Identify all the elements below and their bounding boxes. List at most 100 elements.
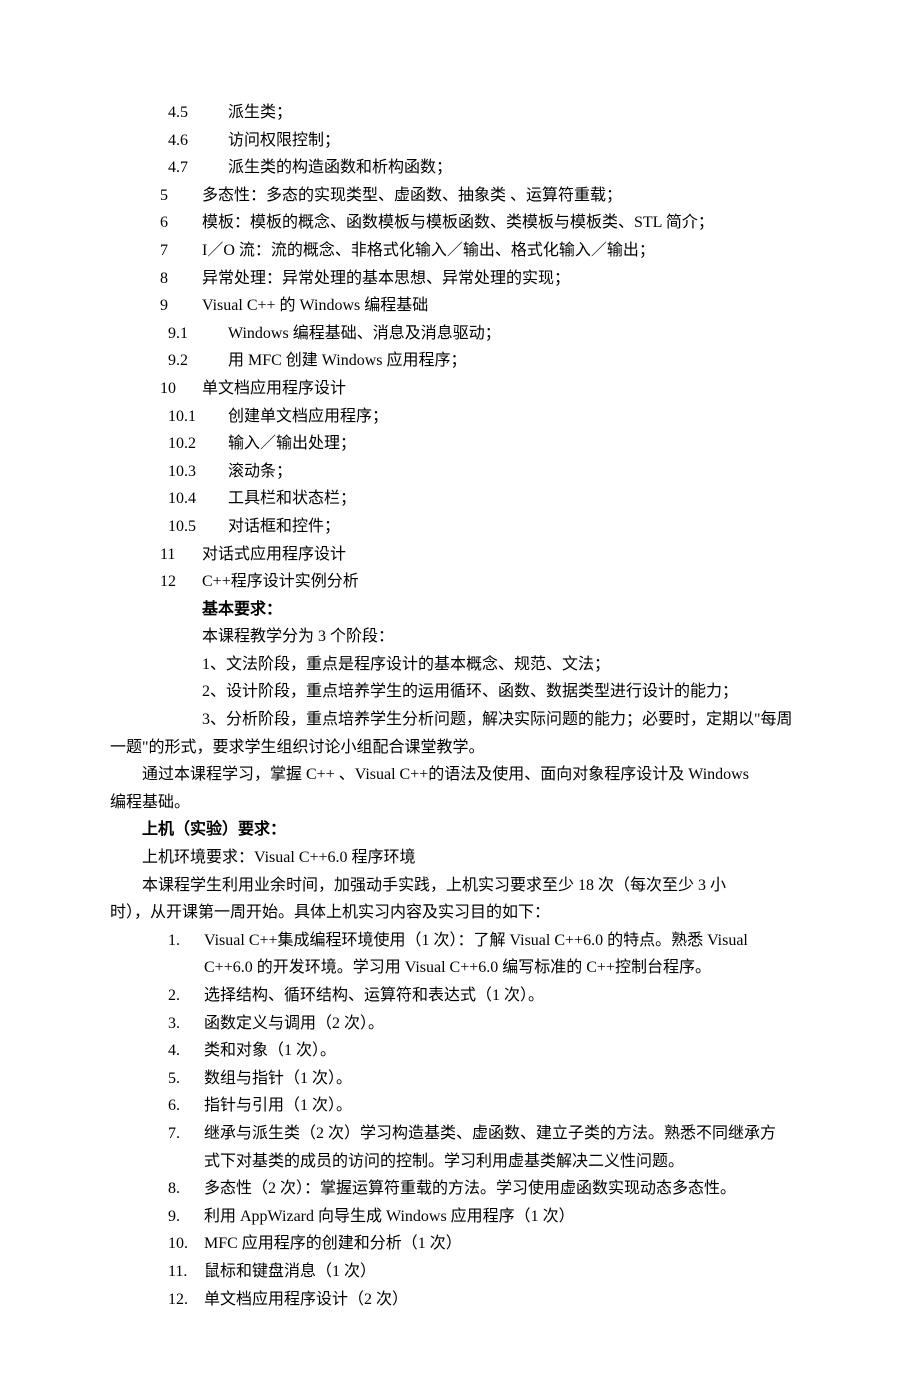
requirements-heading: 基本要求： [110,597,810,623]
outline-text: 异常处理：异常处理的基本思想、异常处理的实现； [202,266,570,292]
lab-item-text: Visual C++集成编程环境使用（1 次）：了解 Visual C++6.0… [204,928,748,954]
lab-item-number: 7. [168,1121,204,1147]
lab-item-text: 数组与指针（1 次）。 [204,1066,352,1092]
outline-item: 4.5派生类； [110,100,810,126]
lab-item-text: 继承与派生类（2 次）学习构造基类、虚函数、建立子类的方法。熟悉不同继承方 [204,1121,776,1147]
lab-item-text: 类和对象（1 次）。 [204,1038,336,1064]
outline-number: 4.6 [168,128,228,154]
lab-item-number: 1. [168,928,204,954]
lab-item-number: 6. [168,1093,204,1119]
body-text: 2、设计阶段，重点培养学生的运用循环、函数、数据类型进行设计的能力； [110,679,810,705]
outline-item: 10.3滚动条； [110,459,810,485]
body-text: 编程基础。 [110,790,810,816]
outline-text: 访问权限控制； [228,128,340,154]
outline-item: 11 对话式应用程序设计 [110,542,810,568]
outline-item: 7I／O 流：流的概念、非格式化输入／输出、格式化输入／输出； [110,238,810,264]
outline-text: Windows 编程基础、消息及消息驱动； [228,321,501,347]
outline-item: 9.1Windows 编程基础、消息及消息驱动； [110,321,810,347]
lab-item-number: 10. [168,1231,204,1257]
outline-item: 10.5对话框和控件； [110,514,810,540]
outline-number: 9.2 [168,348,228,374]
lab-item: 1.Visual C++集成编程环境使用（1 次）：了解 Visual C++6… [110,928,810,954]
body-text: 时），从开课第一周开始。具体上机实习内容及实习目的如下： [110,900,810,926]
lab-item: 2.选择结构、循环结构、运算符和表达式（1 次）。 [110,983,810,1009]
outline-number: 11 [160,542,202,568]
lab-item: 12.单文档应用程序设计（2 次） [110,1287,810,1313]
outline-item: 4.6访问权限控制； [110,128,810,154]
lab-item-continuation: C++6.0 的开发环境。学习用 Visual C++6.0 编写标准的 C++… [110,955,810,981]
outline-number: 8 [160,266,202,292]
body-text: 本课程教学分为 3 个阶段： [110,624,810,650]
lab-item-number: 3. [168,1011,204,1037]
lab-item-continuation: 式下对基类的成员的访问的控制。学习利用虚基类解决二义性问题。 [110,1149,810,1175]
body-text: 一题"的形式，要求学生组织讨论小组配合课堂教学。 [110,735,810,761]
body-text: 本课程学生利用业余时间，加强动手实践，上机实习要求至少 18 次（每次至少 3 … [110,873,810,899]
outline-text: 用 MFC 创建 Windows 应用程序； [228,348,467,374]
outline-item: 10.4工具栏和状态栏； [110,486,810,512]
outline-item: 10.2输入／输出处理； [110,431,810,457]
outline-text: 多态性：多态的实现类型、虚函数、抽象类 、运算符重载； [202,183,622,209]
outline-text: 工具栏和状态栏； [228,486,356,512]
outline-text: 创建单文档应用程序； [228,404,388,430]
lab-item-text: MFC 应用程序的创建和分析（1 次） [204,1231,462,1257]
outline-text: 输入／输出处理； [228,431,356,457]
outline-number: 9.1 [168,321,228,347]
lab-item: 11.鼠标和键盘消息（1 次） [110,1259,810,1285]
lab-item-text: 多态性（2 次）：掌握运算符重载的方法。学习使用虚函数实现动态多态性。 [204,1176,736,1202]
outline-text: 单文档应用程序设计 [202,376,346,402]
lab-item-text: 鼠标和键盘消息（1 次） [204,1259,376,1285]
outline-number: 10.1 [168,404,228,430]
lab-item-text: 单文档应用程序设计（2 次） [204,1287,408,1313]
lab-item-text: 选择结构、循环结构、运算符和表达式（1 次）。 [204,983,544,1009]
outline-text: I／O 流：流的概念、非格式化输入／输出、格式化输入／输出； [202,238,655,264]
outline-number: 10.4 [168,486,228,512]
outline-text: 对话式应用程序设计 [202,542,346,568]
outline-item: 6模板：模板的概念、函数模板与模板函数、类模板与模板类、STL 简介； [110,210,810,236]
outline-item: 4.7派生类的构造函数和析构函数； [110,155,810,181]
outline-number: 10.2 [168,431,228,457]
outline-number: 9 [160,293,202,319]
outline-text: 滚动条； [228,459,292,485]
outline-number: 10.5 [168,514,228,540]
lab-item-text: 指针与引用（1 次）。 [204,1093,352,1119]
outline-text: Visual C++ 的 Windows 编程基础 [202,293,428,319]
lab-item-number: 12. [168,1287,204,1313]
lab-item: 5.数组与指针（1 次）。 [110,1066,810,1092]
outline-text: 模板：模板的概念、函数模板与模板函数、类模板与模板类、STL 简介； [202,210,714,236]
outline-item: 5多态性：多态的实现类型、虚函数、抽象类 、运算符重载； [110,183,810,209]
body-text: 通过本课程学习，掌握 C++ 、Visual C++的语法及使用、面向对象程序设… [110,762,810,788]
outline-number: 4.5 [168,100,228,126]
outline-text: 派生类的构造函数和析构函数； [228,155,452,181]
lab-heading: 上机（实验）要求： [110,817,810,843]
outline-item: 12 C++程序设计实例分析 [110,569,810,595]
body-text: 1、文法阶段，重点是程序设计的基本概念、规范、文法； [110,652,810,678]
lab-item: 8.多态性（2 次）：掌握运算符重载的方法。学习使用虚函数实现动态多态性。 [110,1176,810,1202]
lab-item: 10.MFC 应用程序的创建和分析（1 次） [110,1231,810,1257]
lab-item-number: 8. [168,1176,204,1202]
lab-item: 9.利用 AppWizard 向导生成 Windows 应用程序（1 次） [110,1204,810,1230]
outline-number: 4.7 [168,155,228,181]
outline-number: 5 [160,183,202,209]
lab-item-number: 9. [168,1204,204,1230]
outline-number: 10 [160,376,202,402]
outline-number: 12 [160,569,202,595]
lab-item: 3.函数定义与调用（2 次）。 [110,1011,810,1037]
lab-item-number: 11. [168,1259,204,1285]
body-text: 3、分析阶段，重点培养学生分析问题，解决实际问题的能力；必要时，定期以"每周 [110,707,810,733]
outline-number: 6 [160,210,202,236]
lab-item-number: 4. [168,1038,204,1064]
outline-number: 7 [160,238,202,264]
outline-item: 10.1创建单文档应用程序； [110,404,810,430]
outline-text: 派生类； [228,100,292,126]
outline-text: 对话框和控件； [228,514,340,540]
lab-item-text: 利用 AppWizard 向导生成 Windows 应用程序（1 次） [204,1204,575,1230]
outline-item: 8异常处理：异常处理的基本思想、异常处理的实现； [110,266,810,292]
lab-item: 6.指针与引用（1 次）。 [110,1093,810,1119]
body-text: 上机环境要求：Visual C++6.0 程序环境 [110,845,810,871]
outline-item: 9.2用 MFC 创建 Windows 应用程序； [110,348,810,374]
lab-item-number: 2. [168,983,204,1009]
outline-item: 9Visual C++ 的 Windows 编程基础 [110,293,810,319]
lab-item: 4.类和对象（1 次）。 [110,1038,810,1064]
outline-number: 10.3 [168,459,228,485]
outline-text: C++程序设计实例分析 [202,569,359,595]
